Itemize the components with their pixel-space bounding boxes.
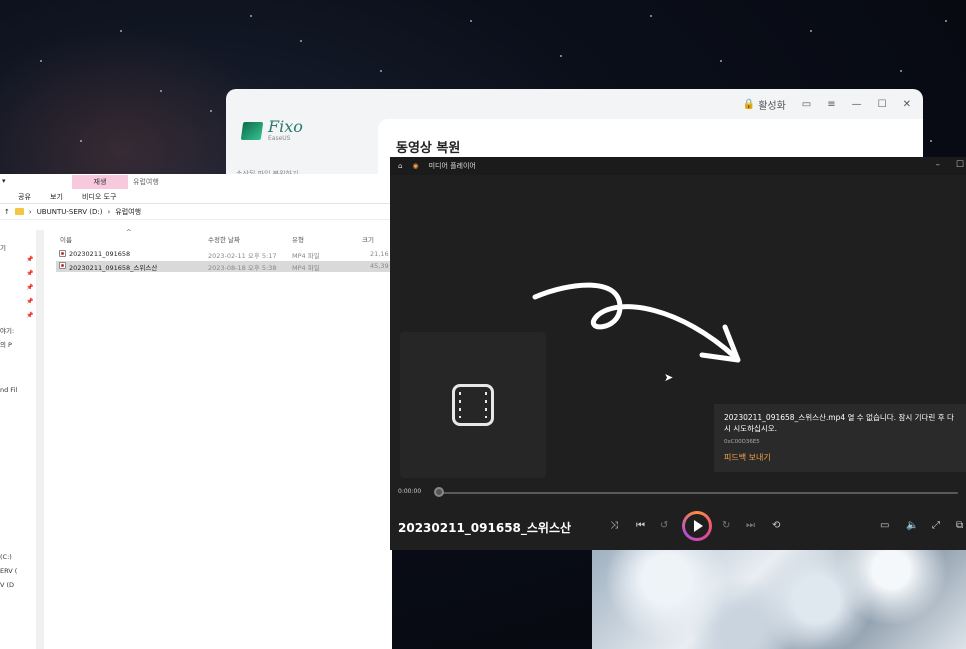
error-message: 20230211_091658_스위스산.mp4 열 수 없습니다. 잠시 기다… (724, 413, 954, 433)
error-code: 0xC00D36E5 (724, 439, 760, 445)
feedback-icon[interactable]: ▭ (802, 99, 811, 110)
fixo-logo-icon (240, 121, 264, 140)
activate-button[interactable]: 🔒 활성화 (743, 97, 786, 112)
film-icon (452, 384, 494, 426)
menu-icon[interactable]: ≡ (827, 99, 835, 110)
file-row[interactable]: 20230211_091658 2023-02-11 오후 5:17 MP4 파… (56, 249, 392, 260)
sort-arrow-icon: ^ (126, 228, 132, 236)
media-player-window: ⌂ ◉ 미디어 플레이어 – ☐ ➤ 20230211_091658_스위스산.… (390, 157, 966, 550)
breadcrumb-separator: › (28, 207, 32, 216)
ribbon-arrow-icon[interactable]: ▾ (2, 177, 6, 185)
nav-scrollbar[interactable] (36, 230, 44, 649)
maximize-button[interactable]: ☐ (878, 99, 887, 110)
file-name: 20230211_091658 (69, 250, 131, 258)
minimize-button[interactable]: – (936, 160, 941, 170)
tab-video-tools[interactable]: 비디오 도구 (82, 192, 116, 202)
file-type: MP4 파일 (292, 252, 320, 260)
media-player-logo-icon: ◉ (412, 162, 419, 170)
file-row-selected[interactable]: 20230211_091658_스위스산 2023-08-18 오후 5:38 … (56, 261, 392, 272)
nav-item[interactable]: 야기: (0, 325, 14, 335)
previous-icon[interactable]: ⏮ (636, 519, 645, 533)
window-title: 유럽여행 (133, 178, 159, 186)
fixo-window-controls: 🔒 활성화 ▭ ≡ — ☐ ✕ (743, 97, 911, 112)
nav-item[interactable]: V (D (0, 581, 14, 589)
video-file-icon (59, 250, 66, 257)
nav-item[interactable]: 기 (0, 242, 6, 252)
video-thumbnail (400, 332, 546, 478)
repeat-icon[interactable]: ⟲ (772, 519, 780, 533)
folder-icon (14, 208, 24, 215)
page-title: 동영상 복원 (396, 141, 461, 156)
maximize-button[interactable]: ☐ (956, 160, 964, 170)
address-bar[interactable]: ↑ › UBUNTU-SERV (D:) › 유럽여행 (0, 204, 392, 220)
fixo-brand-sub: EaseUS (268, 135, 291, 142)
fixo-logo: Fixo EaseUS (240, 117, 303, 142)
subtitles-icon[interactable]: ▭ (880, 519, 889, 533)
breadcrumb-drive[interactable]: UBUNTU-SERV (D:) (37, 208, 103, 216)
video-file-icon (59, 262, 66, 269)
pin-icon: 📌 (26, 270, 34, 277)
volume-icon[interactable]: 🔈 (906, 519, 918, 533)
file-type: MP4 파일 (292, 264, 320, 272)
file-size: 45,39 (370, 262, 389, 270)
ribbon: 재생 유럽여행 ▾ 공유 보기 비디오 도구 (0, 174, 392, 204)
nav-item[interactable]: (C:) (0, 553, 12, 561)
curved-arrow-annotation (532, 282, 741, 363)
nav-item[interactable]: ERV ( (0, 567, 17, 575)
next-icon[interactable]: ⏭ (746, 519, 755, 533)
error-notification: 20230211_091658_스위스산.mp4 열 수 없습니다. 잠시 기다… (714, 404, 966, 472)
fixo-brand: Fixo (268, 117, 303, 136)
tab-share[interactable]: 공유 (18, 192, 31, 202)
pin-icon: 📌 (26, 298, 34, 305)
pin-icon: 📌 (26, 312, 34, 319)
app-title: 미디어 플레이어 (428, 162, 476, 170)
home-icon[interactable]: ⌂ (398, 162, 402, 170)
file-explorer-window: 재생 유럽여행 ▾ 공유 보기 비디오 도구 ↑ › UBUNTU-SERV (… (0, 174, 392, 649)
navigation-pane: 기 📌 📌 📌 📌 📌 야기: 의 P nd Fil (C:) ERV ( V … (0, 230, 44, 649)
snow-mountain-image (592, 550, 966, 649)
miniplayer-icon[interactable]: ⧉ (956, 519, 963, 533)
feedback-link[interactable]: 피드백 보내기 (724, 452, 771, 463)
elapsed-time: 0:00:00 (398, 488, 422, 495)
shuffle-icon[interactable]: ⤨ (610, 519, 618, 533)
nav-item[interactable]: nd Fil (0, 386, 17, 394)
player-titlebar: ⌂ ◉ 미디어 플레이어 (390, 157, 966, 175)
file-modified: 2023-08-18 오후 5:38 (208, 264, 277, 272)
file-modified: 2023-02-11 오후 5:17 (208, 252, 277, 260)
close-button[interactable]: ✕ (903, 99, 911, 110)
forward-icon[interactable]: ↻ (722, 519, 730, 533)
fullscreen-icon[interactable]: ⤢ (932, 519, 940, 533)
file-size: 21,16 (370, 250, 389, 258)
up-arrow-icon[interactable]: ↑ (4, 208, 10, 216)
video-title: 20230211_091658_스위스산 (398, 521, 572, 535)
seek-bar[interactable] (437, 492, 958, 494)
pin-icon: 📌 (26, 284, 34, 291)
seek-handle[interactable] (434, 487, 444, 497)
play-button[interactable] (682, 511, 712, 541)
tab-view[interactable]: 보기 (50, 192, 63, 202)
pin-icon: 📌 (26, 256, 34, 263)
column-modified[interactable]: 수정한 날짜 (208, 234, 240, 244)
rewind-icon[interactable]: ↺ (660, 519, 668, 533)
nav-item[interactable]: 의 P (0, 339, 12, 349)
column-type[interactable]: 유형 (292, 234, 304, 244)
file-name: 20230211_091658_스위스산 (69, 264, 158, 272)
column-headers: 이름 ^ 수정한 날짜 유형 크기 (56, 228, 392, 246)
breadcrumb-folder[interactable]: 유럽여행 (115, 207, 141, 217)
play-icon (685, 514, 709, 538)
column-size[interactable]: 크기 (362, 234, 374, 244)
mouse-cursor-icon: ➤ (664, 371, 674, 384)
minimize-button[interactable]: — (852, 99, 862, 110)
column-name[interactable]: 이름 (60, 234, 72, 244)
breadcrumb-separator: › (107, 207, 111, 216)
tab-playback[interactable]: 재생 (72, 175, 128, 189)
